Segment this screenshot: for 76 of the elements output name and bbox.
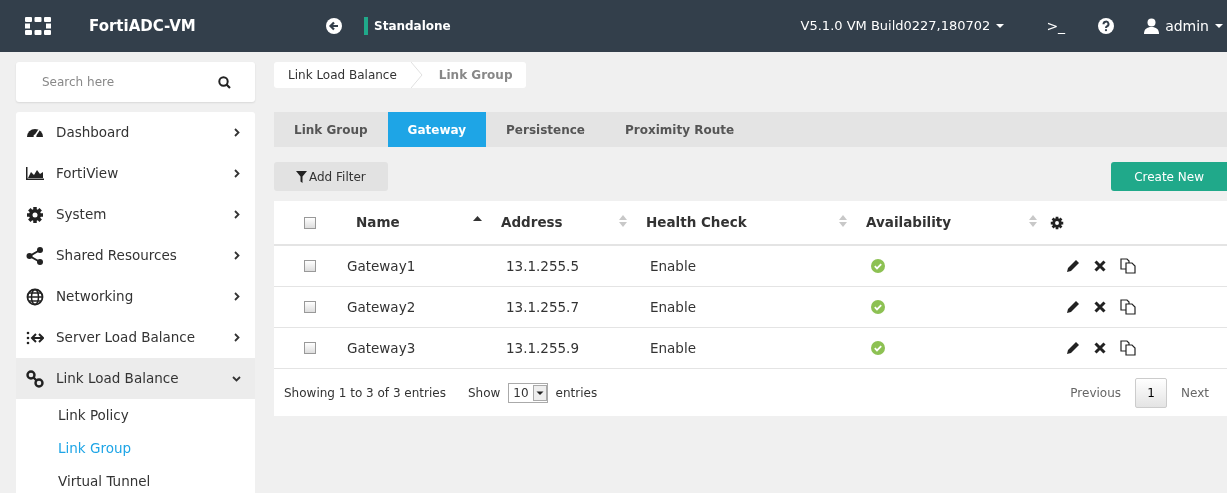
sidebar-item[interactable]: Dashboard	[16, 112, 255, 153]
table-cell-text: Gateway2	[347, 297, 416, 317]
logo-icon	[25, 17, 51, 35]
row-checkbox[interactable]	[304, 301, 316, 313]
chevron-right-icon	[232, 251, 241, 260]
delete-icon[interactable]	[1094, 342, 1106, 354]
column-header[interactable]: Availability	[866, 212, 952, 233]
edit-icon[interactable]	[1066, 300, 1080, 314]
edit-icon[interactable]	[1066, 341, 1080, 355]
entries-label: entries	[555, 385, 598, 402]
select-all-checkbox[interactable]	[304, 216, 316, 229]
gear-icon	[26, 205, 44, 224]
edit-icon[interactable]	[1066, 259, 1080, 273]
search-icon	[218, 75, 231, 89]
breadcrumb-item: Link Group	[437, 67, 514, 84]
help-icon	[1098, 18, 1115, 34]
area-chart-icon	[26, 164, 44, 183]
clone-icon[interactable]	[1120, 258, 1136, 274]
table-cell-text: Gateway3	[347, 338, 416, 358]
sidebar-item[interactable]: Server Load Balance	[16, 317, 255, 358]
table-cell-text: Enable	[650, 256, 696, 276]
column-header[interactable]: Health Check	[646, 212, 747, 233]
back-arrow-icon	[326, 18, 342, 34]
table-cell-text: Gateway1	[347, 256, 416, 276]
tab[interactable]: Persistence	[486, 112, 605, 147]
chevron-right-icon	[232, 210, 241, 219]
chain-link-icon	[26, 369, 44, 388]
next-link[interactable]: Next	[1181, 384, 1209, 402]
previous-link[interactable]: Previous	[1070, 384, 1122, 402]
tab[interactable]: Proximity Route	[605, 112, 755, 147]
version-dropdown[interactable]: V5.1.0 VM Build0227,180702	[800, 16, 1005, 36]
show-label: Show	[467, 385, 501, 402]
filter-icon	[296, 170, 307, 183]
column-header[interactable]: Address	[501, 212, 563, 233]
clone-icon[interactable]	[1120, 340, 1136, 356]
row-checkbox[interactable]	[304, 260, 316, 272]
chevron-right-icon	[232, 169, 241, 178]
chevron-right-icon	[232, 333, 241, 342]
user-icon	[1144, 18, 1160, 34]
sidebar-item[interactable]: Link Load Balance	[16, 358, 255, 399]
sidebar-item[interactable]: FortiView	[16, 153, 255, 194]
table-cell-text: Enable	[650, 338, 696, 358]
sidebar-item[interactable]: System	[16, 194, 255, 235]
page-button[interactable]: 1	[1135, 378, 1168, 408]
caret-icon	[1215, 24, 1223, 28]
breadcrumb-item[interactable]: Link Load Balance	[274, 66, 411, 84]
submenu-link[interactable]: Link Policy	[16, 399, 255, 432]
sidebar-item[interactable]: Shared Resources	[16, 235, 255, 276]
user-menu[interactable]: admin	[1144, 15, 1223, 37]
delete-icon[interactable]	[1094, 301, 1106, 313]
terminal-button[interactable]: >_	[1046, 15, 1066, 37]
caret-icon	[996, 24, 1005, 28]
search-field[interactable]: Search here	[16, 62, 255, 102]
table-cell-text: Enable	[650, 297, 696, 317]
chevron-right-icon	[232, 128, 241, 137]
delete-icon[interactable]	[1094, 260, 1106, 272]
table-cell-text: 13.1.255.5	[506, 256, 579, 276]
chevron-right-icon	[232, 292, 241, 301]
table-cell-text: 13.1.255.7	[506, 297, 579, 317]
breadcrumb-separator-icon	[410, 62, 423, 88]
submenu-link[interactable]: Virtual Tunnel	[16, 465, 255, 493]
row-checkbox[interactable]	[304, 342, 316, 354]
page-size-select[interactable]: 10	[508, 383, 548, 403]
add-filter-button[interactable]: Add Filter	[274, 162, 388, 191]
settings-icon	[1050, 215, 1064, 230]
globe-icon	[26, 287, 44, 306]
share-icon	[26, 246, 44, 265]
sidebar-item[interactable]: Networking	[16, 276, 255, 317]
tab[interactable]: Link Group	[274, 112, 388, 147]
mode-label: Standalone	[364, 17, 451, 35]
column-header[interactable]: Name	[356, 212, 400, 233]
entries-info: Showing 1 to 3 of 3 entries	[284, 385, 446, 402]
clone-icon[interactable]	[1120, 299, 1136, 315]
product-name: FortiADC-VM	[89, 15, 197, 37]
table-cell-text: 13.1.255.9	[506, 338, 579, 358]
chevron-down-icon	[232, 374, 241, 383]
